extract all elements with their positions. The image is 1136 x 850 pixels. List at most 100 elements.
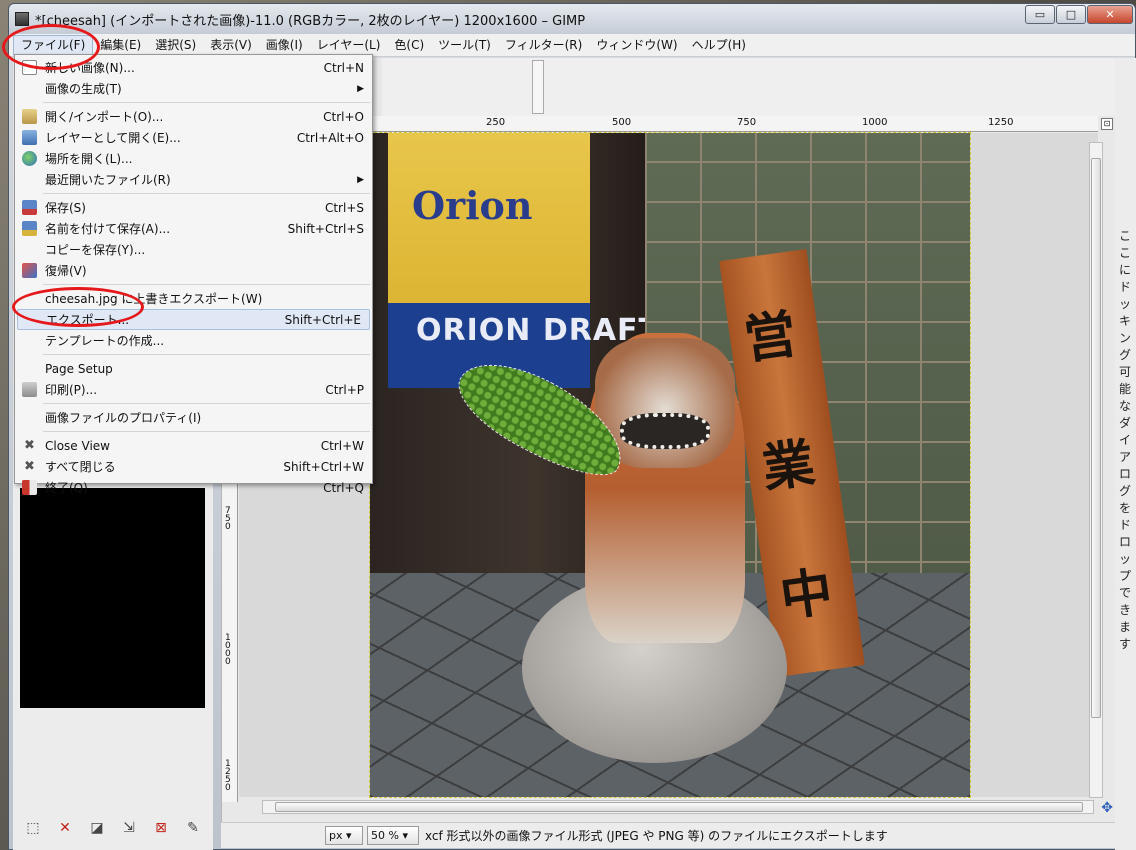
menu-item-page-setup[interactable]: Page Setup: [15, 358, 372, 379]
minimize-button[interactable]: ▭: [1025, 5, 1055, 24]
close-button[interactable]: ✕: [1087, 5, 1133, 24]
menu-item-label: コピーを保存(Y)...: [45, 243, 146, 257]
vertical-scroll-thumb[interactable]: [1091, 158, 1101, 718]
ruler-tick: 500: [612, 117, 632, 128]
menu-item-label: 保存(S): [45, 201, 86, 215]
menu-item-save[interactable]: 保存(S) Ctrl+S: [15, 197, 372, 218]
menu-item-label: テンプレートの作成...: [45, 334, 165, 348]
annotation-circle-file-menu: [2, 24, 100, 70]
revert-icon: [22, 263, 37, 278]
menu-item-shortcut: Ctrl+O: [323, 109, 364, 124]
ruler-tick: 750: [737, 117, 757, 128]
menu-item-label: 印刷(P)...: [45, 383, 98, 397]
menu-colors[interactable]: 色(C): [387, 35, 431, 56]
annotation-circle-export: [12, 287, 144, 327]
menu-item-label: 開く/インポート(O)...: [45, 110, 164, 124]
menu-item-create-template[interactable]: テンプレートの作成...: [15, 330, 372, 351]
menu-item-open-location[interactable]: 場所を開く(L)...: [15, 148, 372, 169]
menu-windows[interactable]: ウィンドウ(W): [589, 35, 684, 56]
navigate-corner-icon[interactable]: ⊡: [1101, 118, 1113, 130]
edit-icon[interactable]: ✎: [183, 818, 203, 838]
path-icon[interactable]: ◪: [87, 818, 107, 838]
menu-item-shortcut: Ctrl+S: [324, 200, 364, 215]
menu-help[interactable]: ヘルプ(H): [685, 35, 753, 56]
menu-item-label: 名前を付けて保存(A)...: [45, 222, 171, 236]
vertical-scrollbar[interactable]: [1089, 142, 1103, 798]
menu-item-close-view[interactable]: ✖ Close View Ctrl+W: [15, 435, 372, 456]
menu-tools[interactable]: ツール(T): [431, 35, 498, 56]
close-all-icon: ✖: [24, 459, 35, 474]
zoom-value: 50 %: [371, 829, 399, 842]
menu-item-properties[interactable]: 画像ファイルのプロパティ(I): [15, 407, 372, 428]
print-icon: [22, 382, 37, 397]
unit-select[interactable]: px ▾: [325, 826, 363, 845]
save-icon: [22, 200, 37, 215]
unit-value: px: [329, 829, 343, 842]
menu-separator: [43, 284, 370, 285]
title-bar[interactable]: *[cheesah] (インポートされた画像)-11.0 (RGBカラー, 2枚…: [9, 4, 1135, 34]
right-dock: ここにドッキング可能なダイアログをドロップできます: [1115, 58, 1136, 850]
ruler-tick: 1000: [225, 633, 231, 667]
menu-filters[interactable]: フィルター(R): [498, 35, 589, 56]
status-message: xcf 形式以外の画像ファイル形式 (JPEG や PNG 等) のファイルにエ…: [425, 829, 888, 843]
menu-view[interactable]: 表示(V): [203, 35, 259, 56]
menu-item-shortcut: Ctrl+N: [323, 60, 364, 75]
layer-preview: [20, 488, 205, 708]
shisa-mouth: [620, 413, 710, 449]
menu-item-open[interactable]: 開く/インポート(O)... Ctrl+O: [15, 106, 372, 127]
image-canvas[interactable]: Orion ORION DRAFT 営 業 中: [369, 132, 971, 798]
horizontal-scrollbar[interactable]: [262, 800, 1094, 814]
menu-separator: [43, 403, 370, 404]
submenu-arrow-icon: ▶: [357, 83, 364, 94]
menu-item-open-as-layers[interactable]: レイヤーとして開く(E)... Ctrl+Alt+O: [15, 127, 372, 148]
menu-item-quit[interactable]: 終了(Q) Ctrl+Q: [15, 477, 372, 498]
menu-item-shortcut: Ctrl+W: [320, 438, 364, 453]
menu-item-recent[interactable]: 最近開いたファイル(R) ▶: [15, 169, 372, 190]
sign-char: 中: [776, 560, 837, 629]
zoom-select[interactable]: 50 % ▾: [367, 826, 419, 845]
sign-char: 営: [740, 303, 801, 372]
menu-item-shortcut: Shift+Ctrl+W: [283, 459, 364, 474]
navigation-icon[interactable]: ✥: [1101, 800, 1113, 816]
status-bar: px ▾ 50 % ▾ xcf 形式以外の画像ファイル形式 (JPEG や PN…: [221, 822, 1115, 848]
menu-item-print[interactable]: 印刷(P)... Ctrl+P: [15, 379, 372, 400]
delete-icon[interactable]: ✕: [55, 818, 75, 838]
window-title: *[cheesah] (インポートされた画像)-11.0 (RGBカラー, 2枚…: [35, 13, 586, 29]
menu-item-label: 場所を開く(L)...: [45, 152, 133, 166]
menu-item-shortcut: Ctrl+Alt+O: [296, 130, 364, 145]
menu-item-label: 終了(Q): [45, 481, 88, 495]
menu-item-close-all[interactable]: ✖ すべて閉じる Shift+Ctrl+W: [15, 456, 372, 477]
image-tab-strip: [382, 58, 1116, 116]
menu-item-label: 復帰(V): [45, 264, 87, 278]
maximize-button[interactable]: □: [1056, 5, 1086, 24]
menu-item-save-as[interactable]: 名前を付けて保存(A)... Shift+Ctrl+S: [15, 218, 372, 239]
export-icon[interactable]: ⇲: [119, 818, 139, 838]
quit-icon: [22, 480, 37, 495]
menu-separator: [43, 354, 370, 355]
open-folder-icon: [22, 109, 37, 124]
selection-icon[interactable]: ⬚: [23, 818, 43, 838]
menu-item-save-copy[interactable]: コピーを保存(Y)...: [15, 239, 372, 260]
menu-item-create[interactable]: 画像の生成(T) ▶: [15, 78, 372, 99]
menu-separator: [43, 102, 370, 103]
menu-item-label: 画像の生成(T): [45, 82, 122, 96]
clear-icon[interactable]: ⊠: [151, 818, 171, 838]
menu-layer[interactable]: レイヤー(L): [310, 35, 388, 56]
menu-item-label: 画像ファイルのプロパティ(I): [45, 411, 202, 425]
menu-image[interactable]: 画像(I): [259, 35, 310, 56]
horizontal-scroll-thumb[interactable]: [275, 802, 1083, 812]
menu-edit[interactable]: 編集(E): [93, 35, 148, 56]
image-tab[interactable]: [532, 60, 544, 114]
window-controls: ▭ □ ✕: [1024, 5, 1133, 24]
chevron-down-icon: ▾: [398, 829, 408, 842]
ruler-tick: 750: [225, 506, 231, 532]
menu-select[interactable]: 選択(S): [148, 35, 203, 56]
poster-brand: Orion: [412, 183, 533, 228]
menu-item-label: Close View: [45, 438, 110, 453]
horizontal-ruler[interactable]: 250 500 750 1000 1250: [370, 116, 1098, 132]
menu-item-shortcut: Shift+Ctrl+E: [284, 312, 361, 327]
open-as-layer-icon: [22, 130, 37, 145]
menu-item-shortcut: Shift+Ctrl+S: [287, 221, 364, 236]
menu-item-revert[interactable]: 復帰(V): [15, 260, 372, 281]
ruler-tick: 1250: [988, 117, 1014, 128]
